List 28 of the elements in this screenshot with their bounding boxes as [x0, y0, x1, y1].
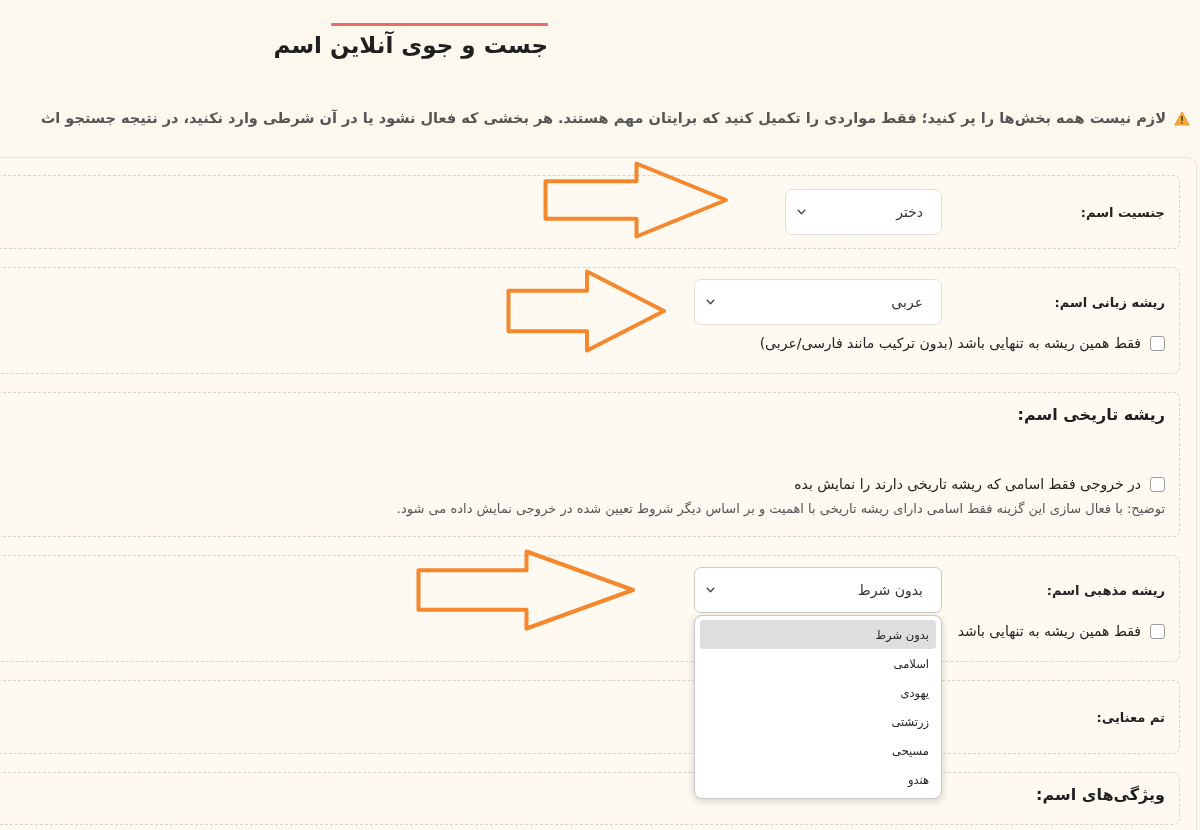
checkbox-label: فقط همین ریشه به تنهایی باشد	[957, 622, 1141, 641]
field-label: جنسیت اسم:	[1080, 204, 1165, 220]
chevron-down-icon	[706, 299, 715, 305]
dropdown-option[interactable]: بدون شرط	[700, 620, 936, 649]
section-description: توضیح: با فعال سازی این گزینه فقط اسامی دارای ریشه تاریخی با اهمیت و بر اساس دیگر شروط تعیین شده در خروجی نمایش داده می شود.	[396, 500, 1165, 518]
section-heading: ویژگی‌های اسم:	[1036, 784, 1165, 806]
dropdown-select[interactable]: عربی	[694, 279, 942, 325]
checkbox[interactable]	[1150, 476, 1165, 492]
page-title: جست و جوی آنلاین اسم	[273, 30, 548, 60]
checkbox[interactable]	[1150, 335, 1165, 351]
dropdown-option[interactable]: زرتشتی	[700, 707, 936, 736]
field-label: ریشه مذهبی اسم:	[1046, 582, 1165, 598]
field-label: تم معنایی:	[1096, 709, 1165, 725]
section-heading: ریشه تاریخی اسم:	[1017, 404, 1165, 426]
dropdown-option[interactable]: مسیحی	[700, 736, 936, 765]
checkbox-label: در خروجی فقط اسامی که ریشه تاریخی دارند را نمایش بده	[794, 475, 1141, 494]
checkbox-label: فقط همین ریشه به تنهایی باشد (بدون ترکیب مانند فارسی/عربی)	[759, 334, 1141, 353]
dropdown-option[interactable]: اسلامی	[700, 649, 936, 678]
warning-icon	[1174, 110, 1190, 126]
field-label: ریشه زبانی اسم:	[1054, 294, 1165, 310]
dropdown-option[interactable]: هندو	[700, 765, 936, 794]
dropdown-option[interactable]: یهودی	[700, 678, 936, 707]
notice-text: لازم نیست همه بخش‌ها را پر کنید؛ فقط مواردی را تکمیل کنید که برایتان مهم هستند. هر بخشی که فعال نشود یا در آن شرطی وارد نکنید، در نتیجه جستجو اث	[40, 110, 1166, 126]
checkbox[interactable]	[1150, 623, 1165, 639]
chevron-down-icon	[706, 587, 715, 593]
dropdown-select[interactable]: دختر	[785, 189, 942, 235]
dropdown-select[interactable]: بدون شرط	[694, 567, 942, 613]
chevron-down-icon	[797, 209, 806, 215]
